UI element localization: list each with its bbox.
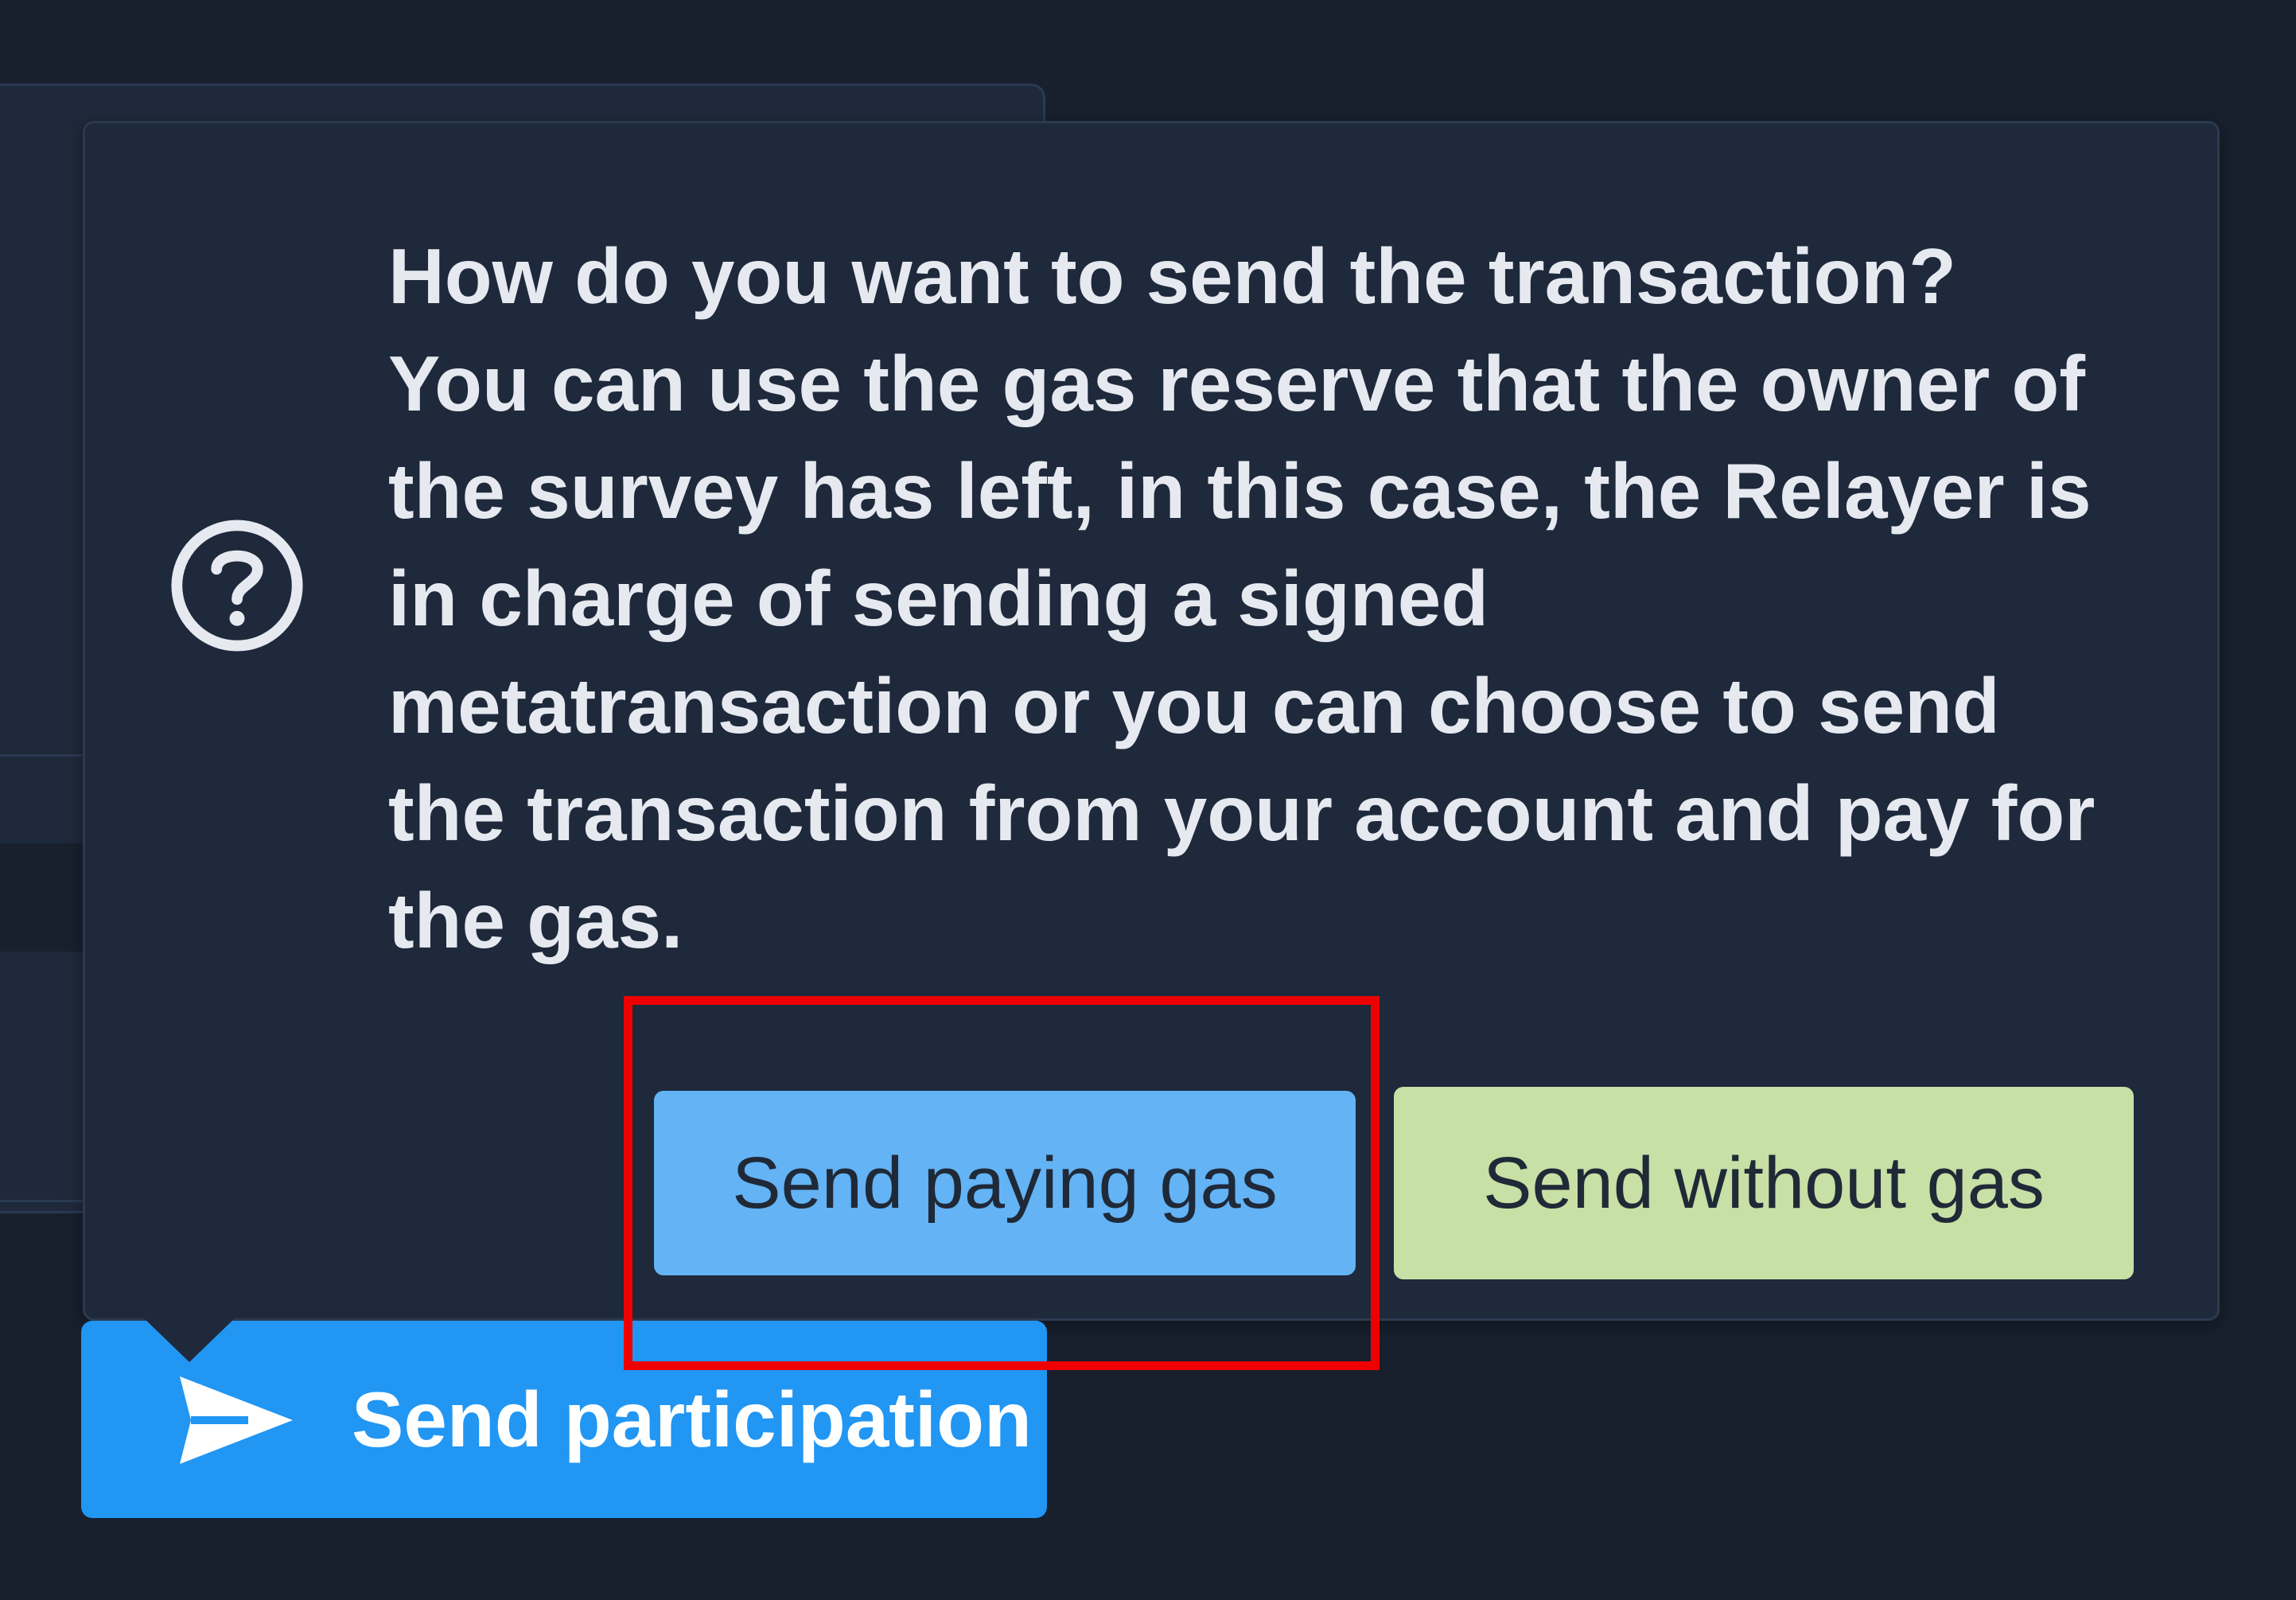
send-participation-label: Send participation — [352, 1376, 1032, 1463]
popover-arrow — [143, 1318, 235, 1362]
question-circle-icon — [171, 520, 303, 652]
screen: How do you want to send the transaction?… — [0, 0, 2296, 1600]
send-without-gas-button[interactable]: Send without gas — [1394, 1087, 2134, 1279]
paper-plane-icon — [180, 1376, 293, 1464]
popover-message: How do you want to send the transaction?… — [388, 232, 2096, 964]
send-paying-gas-button[interactable]: Send paying gas — [654, 1091, 1356, 1275]
